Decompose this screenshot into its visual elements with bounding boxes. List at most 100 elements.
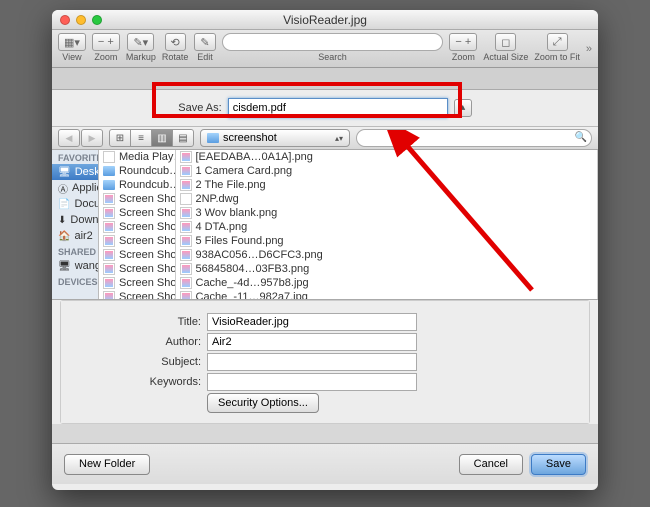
sidebar-item-downloads[interactable]: ⬇Downloads	[52, 212, 98, 228]
file-browser: FAVORITES 🖥Desktop ⒶApplications 📄Docume…	[52, 150, 598, 300]
column-1[interactable]: Media Play…Store).dmg Roundcub…cut_…_fil…	[99, 150, 176, 299]
file-row[interactable]: 56845804…03FB3.png	[176, 262, 597, 276]
file-row[interactable]: Screen Sho…50 PM.png	[99, 290, 175, 299]
subject-label: Subject:	[91, 356, 201, 368]
save-button[interactable]: Save	[531, 454, 586, 475]
file-row[interactable]: Screen Sho…43 PM.png	[99, 220, 175, 234]
column-view-seg[interactable]: ▥	[151, 129, 173, 147]
hidden-strip	[52, 424, 598, 444]
image-icon	[180, 207, 192, 219]
file-row[interactable]: Roundcub…pcrypt_files▸	[99, 178, 175, 192]
downloads-icon: ⬇	[58, 214, 66, 226]
image-icon	[180, 263, 192, 275]
cancel-button[interactable]: Cancel	[459, 454, 523, 475]
collapse-button[interactable]: ▴	[454, 99, 472, 117]
nav-forward-button[interactable]: ▶	[81, 129, 103, 147]
shared-icon: 🖥	[58, 260, 71, 272]
image-icon	[103, 291, 115, 299]
file-row[interactable]: 2NP.dwg	[176, 192, 597, 206]
icon-view-seg[interactable]: ⊞	[109, 129, 131, 147]
zoom-buttons[interactable]: − +	[92, 33, 120, 51]
dialog-footer: New Folder Cancel Save	[52, 444, 598, 484]
documents-icon: 📄	[58, 198, 70, 210]
image-icon	[103, 263, 115, 275]
shared-header: SHARED	[52, 244, 98, 258]
home-icon: 🏠	[58, 230, 70, 242]
list-view-seg[interactable]: ≡	[130, 129, 152, 147]
file-row[interactable]: Screen Sho…14 PM.png	[99, 234, 175, 248]
search-icon: 🔍	[575, 132, 587, 143]
file-row[interactable]: Media Play…Store).dmg	[99, 150, 175, 164]
file-row[interactable]: Screen Sho…33 PM.png	[99, 276, 175, 290]
image-icon	[180, 235, 192, 247]
save-dialog-window: VisioReader.jpg ▦▾View − +Zoom ✎▾Markup …	[52, 10, 598, 490]
edit-button[interactable]: ✎	[194, 33, 215, 51]
actual-size-button[interactable]: ◻	[495, 33, 516, 51]
file-icon	[103, 151, 115, 163]
file-row[interactable]: Roundcub…cut_…_files▸	[99, 164, 175, 178]
save-as-row: Save As: ▴	[52, 90, 598, 126]
image-icon	[103, 221, 115, 233]
view-button[interactable]: ▦▾	[58, 33, 86, 51]
file-row[interactable]: 5 Files Found.png	[176, 234, 597, 248]
column-2[interactable]: [EAEDABA…0A1A].png 1 Camera Card.png 2 T…	[176, 150, 598, 299]
folder-name: screenshot	[223, 132, 277, 144]
rotate-button[interactable]: ⟲	[165, 33, 186, 51]
file-row[interactable]: Screen Sho…30 PM.png	[99, 262, 175, 276]
image-icon	[180, 291, 192, 299]
file-icon	[180, 193, 192, 205]
keywords-label: Keywords:	[91, 376, 201, 388]
folder-icon	[207, 133, 219, 143]
file-row[interactable]: Screen Sho…14 PM.png	[99, 248, 175, 262]
save-as-input[interactable]	[228, 98, 448, 118]
image-icon	[180, 277, 192, 289]
image-icon	[180, 179, 192, 191]
security-options-button[interactable]: Security Options...	[207, 393, 319, 413]
new-folder-button[interactable]: New Folder	[64, 454, 150, 475]
document-backdrop	[52, 68, 598, 90]
image-icon	[103, 235, 115, 247]
file-row[interactable]: 4 DTA.png	[176, 220, 597, 234]
browser-search-input[interactable]	[356, 129, 592, 147]
sidebar-item-documents[interactable]: 📄Documents	[52, 196, 98, 212]
view-mode-segment[interactable]: ⊞ ≡ ▥ ▤	[109, 129, 194, 147]
nav-back-button[interactable]: ◀	[58, 129, 80, 147]
author-input[interactable]	[207, 333, 417, 351]
sidebar-item-applications[interactable]: ⒶApplications	[52, 180, 98, 196]
image-icon	[180, 165, 192, 177]
file-row[interactable]: [EAEDABA…0A1A].png	[176, 150, 597, 164]
subject-input[interactable]	[207, 353, 417, 371]
file-row[interactable]: 1 Camera Card.png	[176, 164, 597, 178]
file-row[interactable]: Cache_-4d…957b8.jpg	[176, 276, 597, 290]
zoom-to-fit-button[interactable]: ⤢	[547, 33, 568, 51]
desktop-icon: 🖥	[58, 166, 71, 178]
sidebar: FAVORITES 🖥Desktop ⒶApplications 📄Docume…	[52, 150, 99, 299]
sidebar-item-wangy[interactable]: 🖥wangy	[52, 258, 98, 274]
keywords-input[interactable]	[207, 373, 417, 391]
titlebar[interactable]: VisioReader.jpg	[52, 10, 598, 30]
sidebar-item-air2[interactable]: 🏠air2	[52, 228, 98, 244]
sidebar-item-desktop[interactable]: 🖥Desktop	[52, 164, 98, 180]
preview-toolbar: ▦▾View − +Zoom ✎▾Markup ⟲Rotate ✎Edit Se…	[52, 30, 598, 68]
file-row[interactable]: 938AC056…D6CFC3.png	[176, 248, 597, 262]
folder-popup[interactable]: screenshot ▴▾	[200, 129, 350, 147]
image-icon	[103, 277, 115, 289]
file-row[interactable]: Cache_-11…982a7.jpg	[176, 290, 597, 299]
toolbar-search-input[interactable]	[222, 33, 444, 51]
window-title: VisioReader.jpg	[52, 13, 598, 27]
coverflow-view-seg[interactable]: ▤	[172, 129, 194, 147]
file-row[interactable]: 3 Wov blank.png	[176, 206, 597, 220]
file-row[interactable]: Screen Sho…05 PM.png	[99, 206, 175, 220]
browser-toolbar: ◀ ▶ ⊞ ≡ ▥ ▤ screenshot ▴▾ 🔍	[52, 126, 598, 150]
zoom2-buttons[interactable]: − +	[449, 33, 477, 51]
title-label: Title:	[91, 316, 201, 328]
image-icon	[180, 151, 192, 163]
file-row[interactable]: Screen Sho…06 AM.png	[99, 192, 175, 206]
popup-arrows-icon: ▴▾	[335, 134, 343, 143]
folder-icon	[103, 180, 115, 190]
file-row[interactable]: 2 The File.png	[176, 178, 597, 192]
applications-icon: Ⓐ	[58, 182, 68, 194]
title-input[interactable]	[207, 313, 417, 331]
toolbar-overflow-icon[interactable]: »	[586, 43, 592, 55]
markup-button[interactable]: ✎▾	[127, 33, 154, 51]
